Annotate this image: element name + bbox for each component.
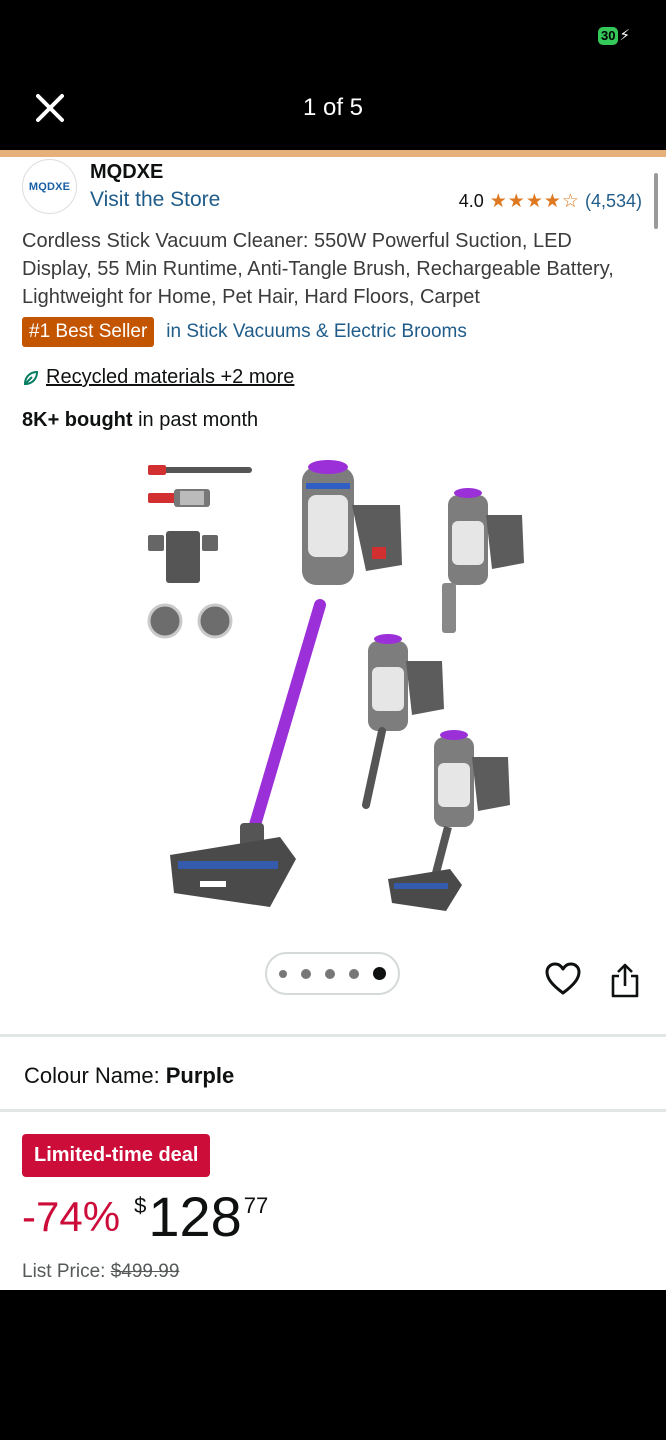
accessory-crevice-tool [148, 465, 252, 475]
sustainability-label: Recycled materials +2 more [46, 366, 295, 388]
best-seller-row: #1 Best Seller in Stick Vacuums & Electr… [22, 317, 467, 347]
scrollbar[interactable] [654, 173, 658, 229]
accent-strip [0, 150, 666, 157]
price-block: -74% $ 128 77 [22, 1187, 268, 1247]
carousel-dot[interactable] [325, 968, 335, 979]
list-price: List Price: $499.99 [22, 1261, 179, 1283]
brand-name: MQDXE [90, 161, 164, 183]
carousel-dot[interactable] [301, 968, 311, 979]
product-image[interactable] [130, 455, 550, 925]
star-filled-icon: ★ [543, 190, 561, 212]
image-carousel-dots[interactable] [265, 952, 400, 995]
store-logo[interactable]: MQDXE [22, 159, 77, 214]
star-filled-icon: ★ [507, 190, 525, 212]
star-empty-icon: ☆ [561, 190, 579, 212]
charging-icon: ⚡ [619, 27, 630, 44]
colour-selector[interactable]: Colour Name: Purple [24, 1063, 234, 1089]
colour-value: Purple [165, 1063, 235, 1088]
sustainability-link[interactable]: Recycled materials +2 more [22, 366, 294, 389]
accessory-brush-tool [148, 489, 210, 507]
visit-store-link[interactable]: Visit the Store [90, 188, 220, 212]
divider [0, 1109, 666, 1112]
carousel-dot[interactable] [349, 968, 359, 979]
price-currency: $ [134, 1193, 147, 1218]
accessory-filters [147, 603, 233, 639]
battery-indicator: 30 ⚡ [597, 27, 630, 45]
bought-count-suffix: in past month [132, 409, 259, 431]
product-title: Cordless Stick Vacuum Cleaner: 550W Powe… [22, 230, 614, 308]
accessory-wall-mount [148, 531, 218, 583]
discount-percent: -74% [22, 1193, 121, 1240]
list-price-label: List Price: [22, 1261, 106, 1282]
star-filled-icon: ★ [525, 190, 543, 212]
bought-count-bold: 8K+ bought [22, 409, 133, 431]
wishlist-button[interactable] [545, 962, 581, 996]
best-seller-badge[interactable]: #1 Best Seller [22, 317, 155, 347]
handheld-vacuum-1 [442, 488, 524, 633]
share-button[interactable] [610, 962, 640, 998]
category-link[interactable]: in Stick Vacuums & Electric Brooms [166, 321, 467, 343]
colour-label: Colour Name: [24, 1063, 160, 1088]
star-rating: ★ ★ ★ ★ ☆ [489, 190, 579, 212]
bought-count: 8K+ bought in past month [22, 409, 258, 432]
image-pager: 1 of 5 [302, 94, 364, 121]
price-whole: 128 [148, 1185, 242, 1248]
handheld-vacuum-2 [362, 634, 444, 809]
rating-summary[interactable]: 4.0 ★ ★ ★ ★ ☆ (4,534) [459, 191, 642, 212]
list-price-value: $499.99 [110, 1261, 180, 1282]
main-vacuum [170, 460, 402, 907]
review-count[interactable]: (4,534) [585, 191, 642, 212]
star-filled-icon: ★ [489, 190, 507, 212]
heart-icon [545, 962, 581, 995]
bottom-area [0, 1290, 666, 1440]
handheld-vacuum-3 [388, 730, 510, 911]
share-icon [611, 963, 639, 998]
price-fraction: 77 [243, 1193, 269, 1218]
battery-level: 30 [597, 27, 619, 45]
leaf-icon [23, 370, 39, 385]
carousel-dot[interactable] [279, 969, 287, 978]
viewer-header: 30 ⚡ 1 of 5 [0, 0, 666, 150]
rating-score: 4.0 [458, 191, 484, 211]
divider [0, 1034, 666, 1037]
carousel-dot-active[interactable] [373, 967, 386, 980]
deal-badge: Limited-time deal [22, 1134, 211, 1177]
product-detail: MQDXE MQDXE Visit the Store 4.0 ★ ★ ★ ★ ☆ (4… [0, 157, 666, 1290]
